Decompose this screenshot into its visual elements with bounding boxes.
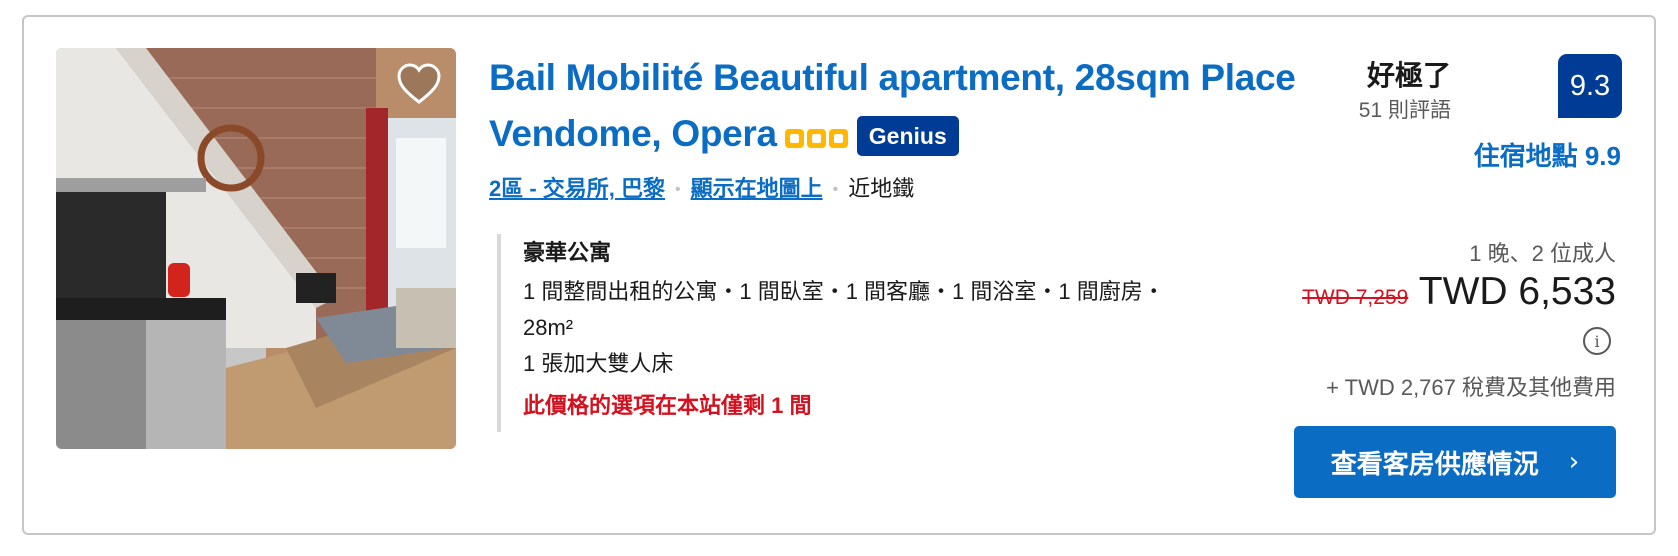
location-score[interactable]: 住宿地點 9.9 <box>1474 136 1621 173</box>
room-detail: 1 間整間出租的公寓・1 間臥室・1 間客廳・1 間浴室・1 間廚房・28m² <box>523 279 1165 340</box>
separator-dot: • <box>675 181 681 199</box>
price-row: TWD 7,259 TWD 6,533 <box>1302 270 1616 314</box>
genius-badge: Genius <box>856 116 959 157</box>
star-icon <box>806 128 826 148</box>
show-on-map-link[interactable]: 顯示在地圖上 <box>691 176 823 201</box>
star-icon <box>784 128 804 148</box>
star-rating <box>784 108 851 164</box>
metro-label: 近地鐵 <box>848 176 915 201</box>
separator-dot: • <box>832 181 839 199</box>
room-summary: 豪華公寓 1 間整間出租的公寓・1 間臥室・1 間客廳・1 間浴室・1 間廚房・… <box>497 234 1223 432</box>
property-title[interactable]: Bail Mobilité Beautiful apartment, 28sqm… <box>489 50 1389 164</box>
chevron-right-icon: › <box>1568 447 1580 477</box>
original-price: TWD 7,259 <box>1302 286 1409 309</box>
see-availability-button[interactable]: 查看客房供應情況 › <box>1294 426 1616 498</box>
location-row: 2區 - 交易所, 巴黎 • 顯示在地圖上 • 近地鐵 <box>489 172 914 207</box>
review-score-badge[interactable]: 9.3 <box>1558 54 1622 118</box>
taxes-fees: + TWD 2,767 稅費及其他費用 <box>1326 375 1616 400</box>
info-icon[interactable]: i <box>1583 327 1611 355</box>
room-name: 豪華公寓 <box>523 240 612 265</box>
district-link[interactable]: 2區 - 交易所, 巴黎 <box>489 176 665 201</box>
current-price: TWD 6,533 <box>1418 270 1616 313</box>
review-count[interactable]: 51 則評語 <box>1359 94 1451 124</box>
bed-info: 1 張加大雙人床 <box>523 351 674 376</box>
availability-warning: 此價格的選項在本站僅剩 1 間 <box>523 393 812 418</box>
rating-word: 好極了 <box>1366 60 1451 91</box>
occupancy-label: 1 晚、2 位成人 <box>1469 241 1616 266</box>
star-icon <box>828 128 848 148</box>
see-availability-label: 查看客房供應情況 <box>1330 448 1539 479</box>
favorite-heart-icon[interactable] <box>396 62 442 108</box>
property-photo[interactable] <box>56 48 456 449</box>
